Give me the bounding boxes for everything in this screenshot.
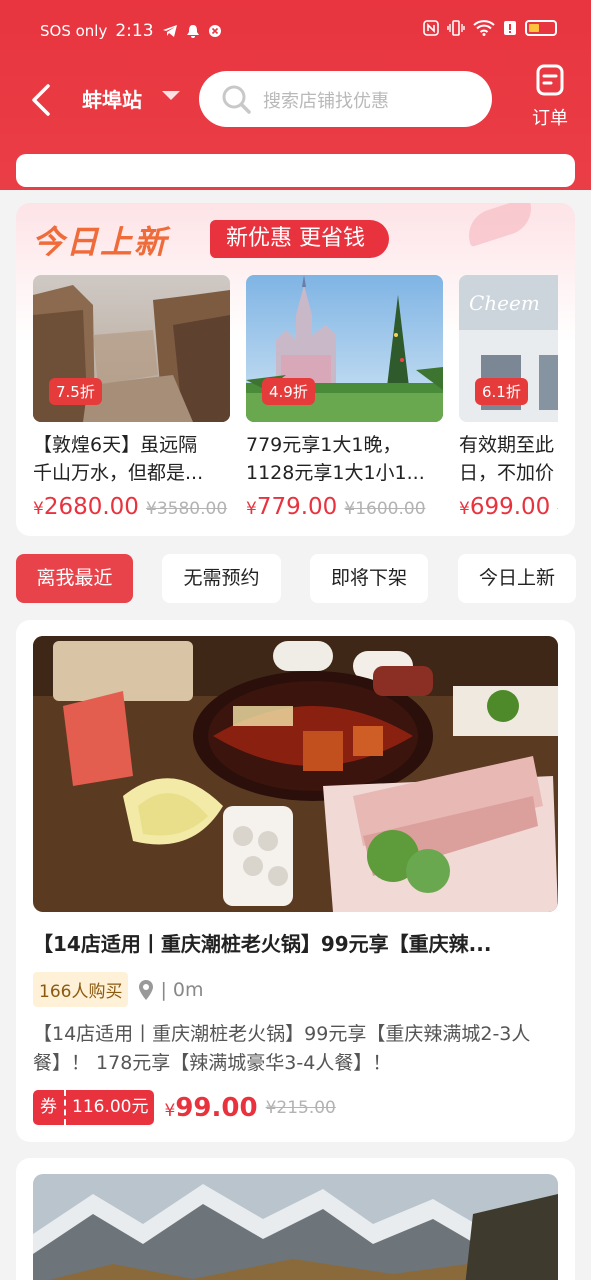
order-button[interactable]: 订单 xyxy=(528,64,572,130)
deal-desc-line1: 779元享1大1晚， xyxy=(246,434,402,456)
vibrate-icon xyxy=(447,20,465,36)
petal-decoration xyxy=(462,203,538,248)
today-new-title: 今日上新 xyxy=(32,223,169,261)
product-meta: 166人购买 | 0m xyxy=(33,972,204,1007)
deal-price-row: ¥699.00 ¥ xyxy=(459,494,558,520)
status-right xyxy=(423,20,557,36)
product-original-price: ¥215.00 xyxy=(265,1097,336,1118)
deal-price-value: 2680.00 xyxy=(43,494,139,520)
deal-desc-line1: 【敦煌6天】虽远隔 xyxy=(33,434,198,456)
deal-price: ¥699.00 xyxy=(459,494,550,520)
location: | 0m xyxy=(138,978,204,1001)
currency-symbol: ¥ xyxy=(33,499,44,519)
search-placeholder: 搜索店铺找优惠 xyxy=(263,91,389,112)
deal-original-price: ¥3580.00 xyxy=(146,499,228,519)
chevron-down-icon[interactable] xyxy=(162,91,180,100)
deal-description: 779元享1大1晚， 1128元享1大1小1... xyxy=(246,431,443,487)
discount-badge: 6.1折 xyxy=(475,378,528,405)
mountain-image xyxy=(33,1174,558,1280)
currency-symbol: ¥ xyxy=(246,499,257,519)
banner-placeholder xyxy=(16,154,575,187)
deal-price-row: ¥779.00 ¥1600.00 xyxy=(246,494,443,520)
product-image xyxy=(33,1174,558,1280)
order-label: 订单 xyxy=(532,108,568,129)
status-left: SOS only 2:13 xyxy=(40,21,222,41)
station-selector[interactable]: 蚌埠站 xyxy=(82,84,142,113)
deal-price-value: 699.00 xyxy=(469,494,551,520)
filter-nearest[interactable]: 离我最近 xyxy=(16,554,133,603)
discount-badge: 4.9折 xyxy=(262,378,315,405)
product-price: ¥99.00 xyxy=(164,1093,257,1123)
order-icon xyxy=(536,64,564,96)
currency-symbol: ¥ xyxy=(164,1100,176,1121)
nfc-icon xyxy=(423,20,439,36)
filter-tabs: 离我最近 无需预约 即将下架 今日上新 xyxy=(0,554,591,604)
coupon-badge: 券 116.00元 xyxy=(33,1090,155,1125)
deal-description: 有效期至此 日，不加价 xyxy=(459,431,558,487)
currency-symbol: ¥ xyxy=(459,499,470,519)
deal-price: ¥2680.00 xyxy=(33,494,139,520)
deal-card[interactable]: 7.5折 【敦煌6天】虽远隔 千山万水，但都是... ¥2680.00 ¥358… xyxy=(33,275,230,520)
location-pin-icon xyxy=(139,979,154,1000)
telegram-icon xyxy=(162,25,177,37)
coupon-tag: 券 xyxy=(33,1090,66,1125)
vpn-icon xyxy=(208,25,221,37)
deal-desc-line2: 1128元享1大1小1... xyxy=(246,462,425,484)
deal-image: 4.9折 xyxy=(246,275,443,422)
product-price-value: 99.00 xyxy=(175,1092,258,1123)
product-card[interactable] xyxy=(16,1158,575,1280)
deal-card[interactable]: Cheem 6.1折 有效期至此 日，不加价 ¥699.00 ¥ xyxy=(459,275,558,520)
bell-icon xyxy=(186,24,199,38)
search-icon xyxy=(222,85,251,114)
bought-count-badge: 166人购买 xyxy=(33,972,129,1007)
clock: 2:13 xyxy=(115,21,154,41)
battery-icon xyxy=(525,20,557,36)
deal-price-value: 779.00 xyxy=(256,494,338,520)
deal-price-row: ¥2680.00 ¥3580.00 xyxy=(33,494,230,520)
deal-card[interactable]: 4.9折 779元享1大1晚， 1128元享1大1小1... ¥779.00 ¥… xyxy=(246,275,443,520)
today-new-section: 今日上新 新优惠 更省钱 7.5折 【敦煌6天】虽远隔 千山万水，但都是... … xyxy=(16,203,575,536)
search-input[interactable]: 搜索店铺找优惠 xyxy=(199,71,492,127)
filter-today-new[interactable]: 今日上新 xyxy=(458,554,576,603)
deal-image: Cheem 6.1折 xyxy=(459,275,558,422)
product-image xyxy=(33,636,558,912)
filter-expiring[interactable]: 即将下架 xyxy=(310,554,428,603)
alert-icon xyxy=(504,21,516,35)
sos-text: SOS only xyxy=(40,22,108,40)
deal-description: 【敦煌6天】虽远隔 千山万水，但都是... xyxy=(33,431,230,487)
today-new-slogan: 新优惠 更省钱 xyxy=(210,220,389,258)
hotpot-image xyxy=(33,636,558,912)
back-arrow-icon[interactable] xyxy=(26,80,56,120)
deal-desc-line2: 千山万水，但都是... xyxy=(33,462,204,484)
product-price-row: 券 116.00元 ¥99.00 ¥215.00 xyxy=(33,1090,336,1125)
wifi-icon xyxy=(473,20,495,36)
deal-desc-line2: 日，不加价 xyxy=(459,462,555,484)
status-bar: SOS only 2:13 xyxy=(0,0,591,62)
product-title: 【14店适用丨重庆潮桩老火锅】99元享【重庆辣... xyxy=(33,932,492,956)
deal-desc-line1: 有效期至此 xyxy=(459,434,555,456)
product-card[interactable]: 【14店适用丨重庆潮桩老火锅】99元享【重庆辣... 166人购买 | 0m 【… xyxy=(16,620,575,1142)
discount-badge: 7.5折 xyxy=(49,378,102,405)
deal-price: ¥779.00 xyxy=(246,494,337,520)
coupon-value: 116.00元 xyxy=(72,1097,149,1117)
product-description: 【14店适用丨重庆潮桩老火锅】99元享【重庆辣满城2-3人餐】！ 178元享【辣… xyxy=(33,1023,531,1074)
distance-text: | 0m xyxy=(160,978,204,1001)
deal-image: 7.5折 xyxy=(33,275,230,422)
deal-original-price: ¥ xyxy=(557,499,558,519)
today-new-carousel[interactable]: 7.5折 【敦煌6天】虽远隔 千山万水，但都是... ¥2680.00 ¥358… xyxy=(33,275,558,535)
deal-original-price: ¥1600.00 xyxy=(344,499,426,519)
svg-text:Cheem: Cheem xyxy=(469,291,540,315)
filter-no-reservation[interactable]: 无需预约 xyxy=(162,554,281,603)
top-nav: 蚌埠站 搜索店铺找优惠 订单 xyxy=(0,64,591,130)
